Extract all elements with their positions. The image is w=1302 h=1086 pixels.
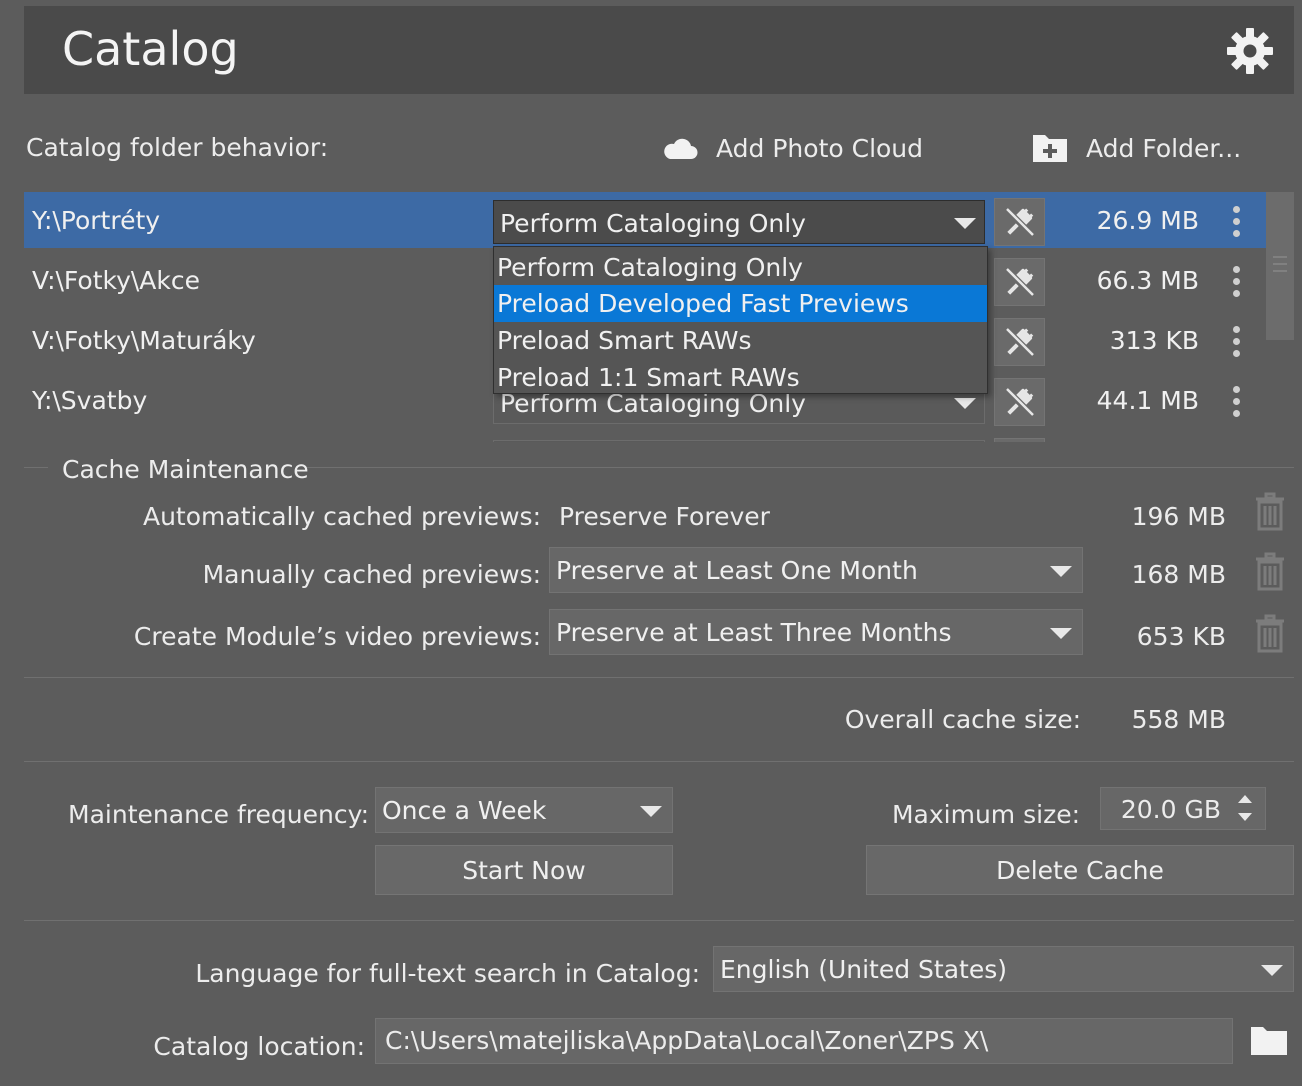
folder-row-partial	[24, 432, 1266, 442]
catalog-location-value: C:\Users\matejliska\AppData\Local\Zoner\…	[385, 1026, 989, 1055]
chevron-down-icon	[1261, 965, 1283, 976]
cache-maintenance-title: Cache Maintenance	[62, 455, 309, 484]
dropdown-option-highlighted[interactable]: Preload Developed Fast Previews	[494, 285, 987, 322]
scrollbar-grip	[1273, 256, 1287, 258]
behavior-dropdown-menu[interactable]: Perform Cataloging Only Preload Develope…	[493, 246, 988, 394]
spin-down-icon[interactable]	[1238, 813, 1252, 821]
more-options-icon[interactable]	[1229, 386, 1243, 418]
cloud-icon	[662, 135, 698, 161]
disconnect-plug-icon[interactable]	[994, 318, 1045, 366]
language-value: English (United States)	[720, 955, 1008, 984]
auto-cached-size: 196 MB	[1131, 502, 1226, 531]
chevron-down-icon	[640, 806, 662, 817]
chevron-down-icon	[954, 398, 976, 409]
manual-cached-label: Manually cached previews:	[202, 560, 541, 589]
manual-cached-value: Preserve at Least One Month	[556, 556, 918, 585]
disconnect-plug-icon[interactable]	[994, 258, 1045, 306]
folder-path: V:\Fotky\Akce	[32, 266, 201, 295]
video-previews-value: Preserve at Least Three Months	[556, 618, 952, 647]
scrollbar-grip	[1273, 270, 1287, 272]
disconnect-plug-icon[interactable]	[994, 378, 1045, 426]
more-options-icon[interactable]	[1229, 206, 1243, 238]
auto-cached-label: Automatically cached previews:	[142, 502, 541, 531]
group-border	[24, 467, 48, 468]
trash-icon[interactable]	[1255, 552, 1285, 592]
video-previews-select[interactable]: Preserve at Least Three Months	[549, 609, 1083, 655]
divider	[24, 677, 1294, 678]
maximum-size-spinbox[interactable]: 20.0 GB	[1100, 787, 1266, 830]
trash-icon[interactable]	[1255, 614, 1285, 654]
group-border	[304, 467, 1294, 468]
video-previews-label: Create Module’s video previews:	[133, 622, 541, 651]
more-options-icon[interactable]	[1229, 326, 1243, 358]
folder-behavior-select[interactable]: Perform Cataloging Only	[493, 200, 985, 244]
maintenance-frequency-select[interactable]: Once a Week	[375, 787, 673, 833]
add-photo-cloud-label: Add Photo Cloud	[716, 133, 924, 163]
folder-path: Y:\Svatby	[32, 386, 148, 415]
start-now-button[interactable]: Start Now	[375, 845, 673, 895]
delete-cache-button[interactable]: Delete Cache	[866, 845, 1294, 895]
more-options-icon[interactable]	[1229, 266, 1243, 298]
overall-cache-value: 558 MB	[1131, 705, 1226, 734]
overall-cache-label: Overall cache size:	[844, 705, 1081, 734]
video-previews-size: 653 KB	[1136, 622, 1226, 651]
add-photo-cloud-button[interactable]: Add Photo Cloud	[662, 125, 923, 171]
maximum-size-value: 20.0 GB	[1120, 795, 1221, 824]
folder-row[interactable]: Y:\Portréty Perform Cataloging Only 26.9…	[24, 192, 1266, 248]
catalog-location-field[interactable]: C:\Users\matejliska\AppData\Local\Zoner\…	[375, 1018, 1233, 1064]
trash-icon[interactable]	[1255, 492, 1285, 532]
scrollbar-grip	[1273, 263, 1287, 265]
disconnect-plug-icon[interactable]	[994, 198, 1045, 246]
folder-browse-icon[interactable]	[1250, 1024, 1288, 1056]
chevron-down-icon	[954, 218, 976, 229]
chevron-down-icon	[1050, 628, 1072, 639]
folder-path: V:\Fotky\Maturáky	[32, 326, 256, 355]
add-folder-icon	[1032, 133, 1068, 163]
manual-cached-size: 168 MB	[1131, 560, 1226, 589]
add-folder-label: Add Folder...	[1086, 133, 1242, 163]
folder-size: 26.9 MB	[1096, 206, 1199, 235]
catalog-location-label: Catalog location:	[153, 1032, 365, 1061]
folder-path: Y:\Portréty	[32, 206, 161, 235]
chevron-down-icon	[1050, 566, 1072, 577]
divider	[24, 761, 1294, 762]
maximum-size-label: Maximum size:	[891, 800, 1080, 829]
plug-button-partial	[994, 438, 1045, 442]
add-folder-button[interactable]: Add Folder...	[1032, 125, 1241, 171]
language-select[interactable]: English (United States)	[713, 946, 1294, 992]
folder-size: 44.1 MB	[1096, 386, 1199, 415]
folder-size: 66.3 MB	[1096, 266, 1199, 295]
spin-up-icon[interactable]	[1238, 795, 1252, 803]
gear-icon[interactable]	[1227, 28, 1273, 74]
folder-behavior-select	[493, 440, 985, 442]
maintenance-frequency-label: Maintenance frequency:	[68, 800, 369, 829]
dropdown-option[interactable]: Preload Smart RAWs	[494, 322, 987, 359]
language-search-label: Language for full-text search in Catalog…	[195, 959, 700, 988]
folder-size: 313 KB	[1109, 326, 1199, 355]
maintenance-frequency-value: Once a Week	[382, 796, 547, 825]
dropdown-option[interactable]: Preload 1:1 Smart RAWs	[494, 359, 987, 396]
manual-cached-select[interactable]: Preserve at Least One Month	[549, 547, 1083, 593]
auto-cached-value: Preserve Forever	[559, 502, 770, 531]
catalog-folder-behavior-label: Catalog folder behavior:	[26, 133, 329, 162]
page-title: Catalog	[62, 22, 239, 76]
dropdown-option[interactable]: Perform Cataloging Only	[494, 249, 987, 286]
scrollbar-thumb[interactable]	[1266, 192, 1294, 340]
divider	[24, 920, 1294, 921]
folder-behavior-value: Perform Cataloging Only	[500, 209, 806, 238]
